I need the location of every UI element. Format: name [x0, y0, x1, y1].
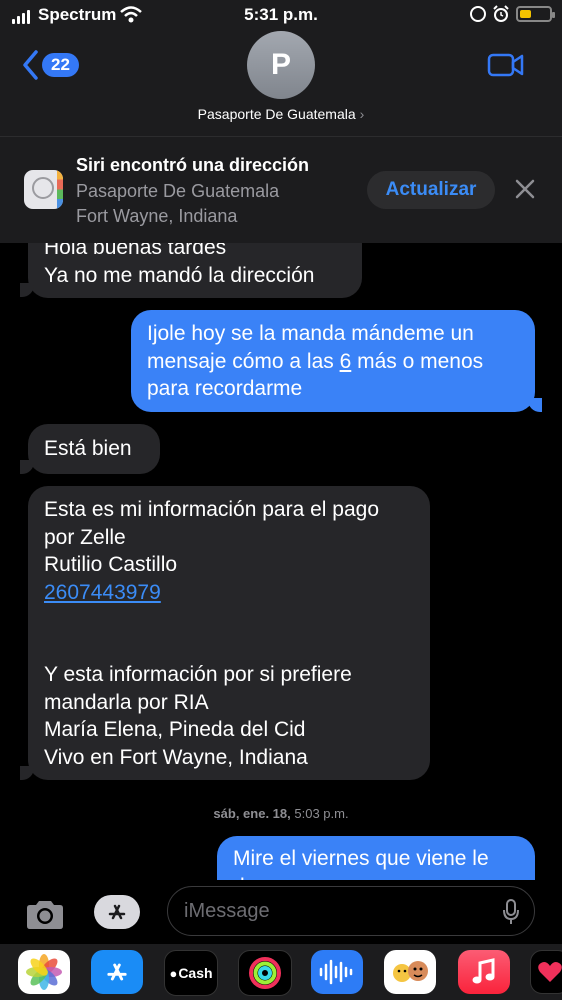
battery-icon [516, 6, 555, 22]
microphone-icon[interactable] [502, 899, 520, 925]
audio-message-app-button[interactable] [311, 950, 363, 994]
siri-suggestion-banner[interactable]: Siri encontró una dirección Pasaporte De… [0, 136, 562, 243]
memoji-app-button[interactable] [384, 950, 436, 994]
siri-banner-title: Siri encontró una dirección [76, 155, 310, 175]
status-bar: Spectrum 5:31 p.m. [0, 0, 562, 32]
compose-bar: iMessage [0, 880, 562, 944]
siri-banner-address: Fort Wayne, Indiana [76, 206, 238, 226]
outgoing-message[interactable]: Mire el viernes que viene le de [217, 836, 535, 880]
alarm-icon [493, 5, 509, 22]
waveform-icon [319, 959, 353, 985]
photos-icon [26, 954, 62, 990]
bubble-tail [20, 283, 34, 297]
bubble-tail [528, 398, 542, 412]
app-store-icon [108, 904, 126, 920]
app-store-app-button[interactable] [91, 950, 143, 994]
outgoing-message[interactable]: Ijole hoy se la manda mándeme un mensaje… [131, 310, 535, 412]
update-contact-button[interactable]: Actualizar [367, 171, 495, 209]
phone-number-link[interactable]: 2607443979 [44, 581, 161, 604]
imessage-app-drawer: ● Cash [0, 944, 562, 1000]
message-text: Hola buenas tardes Ya no me mandó la dir… [44, 236, 315, 287]
digital-touch-app-button[interactable] [530, 950, 562, 994]
memoji-icon [393, 961, 428, 982]
apple-cash-label: Cash [178, 965, 213, 981]
activity-app-button[interactable] [238, 950, 292, 996]
incoming-message[interactable]: Está bien [28, 424, 160, 474]
apps-button[interactable] [94, 895, 140, 929]
timestamp-day: sáb, ene. 18, [213, 806, 291, 821]
heart-icon [538, 962, 562, 982]
message-timestamp: sáb, ene. 18, 5:03 p.m. [0, 806, 562, 821]
message-text: Está bien [44, 437, 132, 460]
apple-cash-app-button[interactable]: ● Cash [164, 950, 218, 996]
message-text: Esta es mi información para el pago por … [44, 498, 380, 576]
message-text: Mire el viernes que viene le de [233, 847, 489, 880]
orientation-lock-icon [470, 6, 486, 22]
incoming-message[interactable]: Esta es mi información para el pago por … [28, 486, 430, 780]
message-input[interactable]: iMessage [167, 886, 535, 936]
message-list[interactable]: Hola buenas tardes Ya no me mandó la dir… [0, 0, 562, 880]
camera-button[interactable] [24, 900, 66, 935]
close-icon[interactable] [513, 177, 537, 201]
app-store-icon [107, 963, 127, 981]
message-text: Y esta información por si prefiere manda… [44, 663, 352, 769]
bubble-tail [20, 460, 34, 474]
timestamp-time: 5:03 p.m. [294, 806, 349, 821]
photos-app-button[interactable] [18, 950, 70, 994]
music-app-button[interactable] [458, 950, 510, 994]
music-note-icon [472, 958, 495, 984]
siri-banner-contact: Pasaporte De Guatemala [76, 181, 280, 201]
apple-logo-icon: ● [169, 965, 178, 981]
time-link[interactable]: 6 [340, 350, 352, 373]
camera-icon [27, 901, 63, 929]
activity-rings-icon [249, 957, 281, 989]
message-input-placeholder: iMessage [184, 900, 270, 922]
contacts-app-icon [24, 170, 63, 209]
bubble-tail [20, 766, 34, 780]
